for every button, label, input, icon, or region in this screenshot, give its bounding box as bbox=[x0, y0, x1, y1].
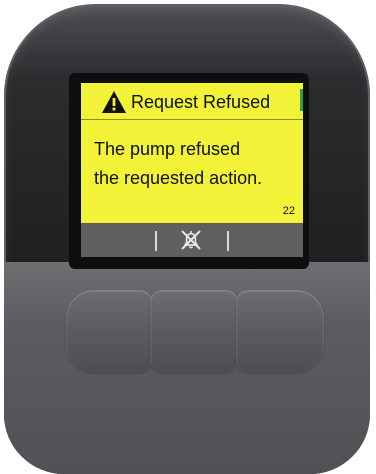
alert-header: Request Refused bbox=[81, 87, 303, 117]
alert-title: Request Refused bbox=[131, 91, 271, 112]
alert-message: The pump refused the requested action. bbox=[94, 135, 299, 193]
alert-code: 22 bbox=[282, 205, 295, 217]
softkey-divider-left bbox=[155, 231, 157, 251]
alert-message-line: the requested action. bbox=[94, 168, 263, 188]
center-hardware-button[interactable] bbox=[150, 290, 238, 372]
warning-triangle-icon bbox=[102, 91, 126, 113]
softkey-bar bbox=[81, 223, 303, 257]
softkey-divider-right bbox=[227, 231, 229, 251]
alarm-off-icon[interactable] bbox=[179, 228, 203, 252]
alert-screen: Request Refused The pump refused the req… bbox=[81, 83, 303, 257]
header-divider bbox=[81, 119, 303, 120]
alert-message-line: The pump refused bbox=[94, 139, 241, 159]
left-hardware-button[interactable] bbox=[66, 290, 152, 372]
right-hardware-button[interactable] bbox=[236, 290, 324, 372]
status-edge-indicator bbox=[300, 89, 303, 111]
